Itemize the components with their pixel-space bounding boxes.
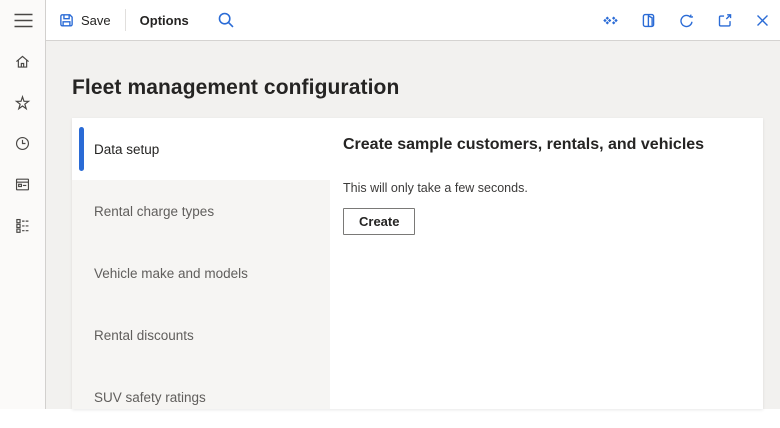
floppy-disk-icon: [58, 12, 75, 29]
configuration-card: Data setup Rental charge types Vehicle m…: [72, 118, 763, 409]
tab-rental-charge-types[interactable]: Rental charge types: [72, 180, 330, 242]
options-label: Options: [140, 13, 189, 28]
book-icon[interactable]: [640, 12, 657, 29]
tab-label: Rental charge types: [94, 204, 214, 219]
tab-label: Vehicle make and models: [94, 266, 248, 281]
content-description: This will only take a few seconds.: [343, 181, 743, 195]
tab-data-setup[interactable]: Data setup: [72, 118, 330, 180]
hamburger-icon: [14, 13, 33, 28]
popout-icon[interactable]: [716, 12, 733, 29]
tab-label: SUV safety ratings: [94, 390, 206, 405]
save-button[interactable]: Save: [50, 0, 119, 41]
home-icon[interactable]: [14, 53, 31, 70]
toolbar-divider: [125, 9, 126, 31]
rail-icon-list: [0, 53, 45, 234]
tab-vehicle-make-and-models[interactable]: Vehicle make and models: [72, 242, 330, 304]
history-icon[interactable]: [14, 135, 31, 152]
toolbar: Save Options: [46, 0, 780, 41]
tab-list: Data setup Rental charge types Vehicle m…: [72, 118, 330, 409]
close-icon[interactable]: [754, 12, 771, 29]
search-button[interactable]: [209, 0, 243, 41]
page-area: Fleet management configuration Data setu…: [46, 41, 780, 409]
form-icon[interactable]: [14, 176, 31, 193]
save-label: Save: [81, 13, 111, 28]
selected-indicator: [79, 127, 84, 171]
content-heading: Create sample customers, rentals, and ve…: [343, 135, 743, 154]
left-nav-rail: [0, 0, 46, 409]
page-title: Fleet management configuration: [72, 75, 399, 100]
star-icon[interactable]: [14, 94, 31, 111]
dynamics-icon[interactable]: [602, 12, 619, 29]
menu-icon[interactable]: [13, 12, 33, 29]
toolbar-right-icons: [602, 12, 771, 29]
worksheet-icon[interactable]: [14, 217, 31, 234]
options-button[interactable]: Options: [132, 0, 197, 41]
tab-rental-discounts[interactable]: Rental discounts: [72, 304, 330, 366]
tab-label: Rental discounts: [94, 328, 194, 343]
refresh-icon[interactable]: [678, 12, 695, 29]
create-button[interactable]: Create: [343, 208, 415, 235]
tab-label: Data setup: [94, 142, 159, 157]
search-icon: [217, 11, 235, 29]
tab-content: Create sample customers, rentals, and ve…: [330, 118, 763, 409]
tab-suv-safety-ratings[interactable]: SUV safety ratings: [72, 366, 330, 428]
